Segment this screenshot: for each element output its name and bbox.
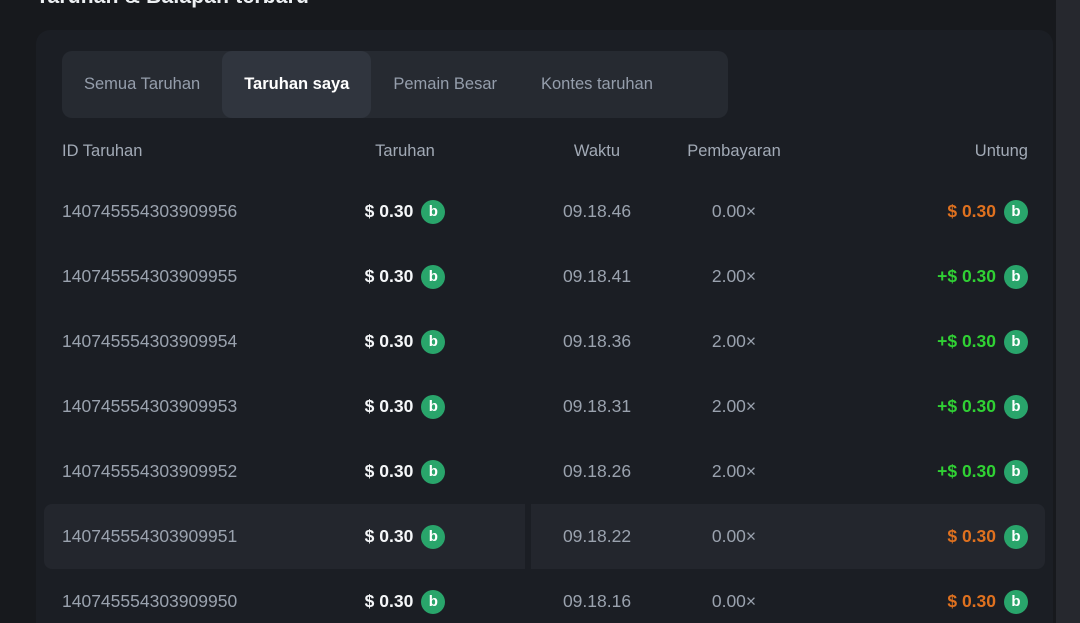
bet-amount: $ 0.30: [365, 396, 414, 417]
bet-id: 140745554303909955: [44, 266, 320, 287]
bet-payout: 2.00×: [704, 266, 764, 287]
bet-payout: 0.00×: [704, 526, 764, 547]
bet-amount-cell: $ 0.30 b: [320, 265, 490, 289]
bet-time: 09.18.31: [490, 396, 704, 417]
bcd-coin-icon: b: [1004, 395, 1028, 419]
bcd-coin-icon: b: [421, 265, 445, 289]
bcd-coin-icon: b: [421, 460, 445, 484]
bet-amount-cell: $ 0.30 b: [320, 330, 490, 354]
bcd-coin-icon: b: [1004, 460, 1028, 484]
bet-time: 09.18.46: [490, 201, 704, 222]
bet-profit: $ 0.30: [947, 526, 996, 547]
table-row[interactable]: 140745554303909952 $ 0.30 b 09.18.26 2.0…: [44, 439, 1045, 504]
bcd-coin-icon: b: [1004, 265, 1028, 289]
bcd-coin-icon: b: [1004, 525, 1028, 549]
bet-amount-cell: $ 0.30 b: [320, 525, 490, 549]
tab-taruhan-saya[interactable]: Taruhan saya: [222, 51, 371, 118]
table-row[interactable]: 140745554303909956 $ 0.30 b 09.18.46 0.0…: [44, 179, 1045, 244]
tab-pemain-besar[interactable]: Pemain Besar: [371, 51, 519, 118]
bet-amount: $ 0.30: [365, 526, 414, 547]
bet-profit: $ 0.30: [947, 591, 996, 612]
bet-profit: +$ 0.30: [937, 266, 996, 287]
bets-tabbar: Semua TaruhanTaruhan sayaPemain BesarKon…: [62, 51, 728, 118]
bet-id: 140745554303909956: [44, 201, 320, 222]
tab-kontes-taruhan[interactable]: Kontes taruhan: [519, 51, 675, 118]
bet-profit-cell: $ 0.30 b: [764, 590, 1045, 614]
bet-amount: $ 0.30: [365, 591, 414, 612]
bet-id: 140745554303909954: [44, 331, 320, 352]
column-header: Taruhan: [320, 142, 490, 161]
bet-payout: 2.00×: [704, 461, 764, 482]
bet-id: 140745554303909951: [44, 526, 320, 547]
bet-amount: $ 0.30: [365, 266, 414, 287]
bcd-coin-icon: b: [1004, 590, 1028, 614]
bet-time: 09.18.26: [490, 461, 704, 482]
page-title: Taruhan & Balapan terbaru: [36, 0, 309, 9]
table-header-row: ID TaruhanTaruhanWaktuPembayaranUntung: [44, 124, 1045, 179]
bets-panel: Semua TaruhanTaruhan sayaPemain BesarKon…: [36, 30, 1053, 623]
bcd-coin-icon: b: [421, 330, 445, 354]
bet-amount-cell: $ 0.30 b: [320, 395, 490, 419]
bets-table: ID TaruhanTaruhanWaktuPembayaranUntung 1…: [36, 118, 1053, 623]
bet-amount: $ 0.30: [365, 331, 414, 352]
bets-card: Taruhan & Balapan terbaru Semua TaruhanT…: [0, 0, 1056, 623]
bet-time: 09.18.36: [490, 331, 704, 352]
column-header: Pembayaran: [704, 142, 764, 161]
bet-amount-cell: $ 0.30 b: [320, 200, 490, 224]
bet-amount: $ 0.30: [365, 201, 414, 222]
bcd-coin-icon: b: [421, 525, 445, 549]
table-body: 140745554303909956 $ 0.30 b 09.18.46 0.0…: [44, 179, 1045, 623]
bet-profit-cell: +$ 0.30 b: [764, 330, 1045, 354]
bet-time: 09.18.41: [490, 266, 704, 287]
bcd-coin-icon: b: [1004, 330, 1028, 354]
bet-profit-cell: +$ 0.30 b: [764, 395, 1045, 419]
bet-profit-cell: +$ 0.30 b: [764, 460, 1045, 484]
bet-id: 140745554303909953: [44, 396, 320, 417]
bet-profit: $ 0.30: [947, 201, 996, 222]
table-row[interactable]: 140745554303909954 $ 0.30 b 09.18.36 2.0…: [44, 309, 1045, 374]
column-header: ID Taruhan: [44, 142, 320, 161]
bet-profit-cell: $ 0.30 b: [764, 525, 1045, 549]
tab-semua-taruhan[interactable]: Semua Taruhan: [62, 51, 222, 118]
bet-amount-cell: $ 0.30 b: [320, 590, 490, 614]
bet-payout: 0.00×: [704, 201, 764, 222]
bcd-coin-icon: b: [421, 590, 445, 614]
bet-amount: $ 0.30: [365, 461, 414, 482]
bet-time: 09.18.16: [490, 591, 704, 612]
bet-payout: 2.00×: [704, 331, 764, 352]
table-row[interactable]: 140745554303909951 $ 0.30 b 09.18.22 0.0…: [44, 504, 1045, 569]
bet-profit-cell: +$ 0.30 b: [764, 265, 1045, 289]
bet-profit-cell: $ 0.30 b: [764, 200, 1045, 224]
bcd-coin-icon: b: [421, 200, 445, 224]
column-header: Untung: [764, 142, 1045, 161]
bet-payout: 2.00×: [704, 396, 764, 417]
bcd-coin-icon: b: [1004, 200, 1028, 224]
column-header: Waktu: [490, 142, 704, 161]
table-row[interactable]: 140745554303909955 $ 0.30 b 09.18.41 2.0…: [44, 244, 1045, 309]
bet-time: 09.18.22: [490, 526, 704, 547]
bet-id: 140745554303909950: [44, 591, 320, 612]
bet-amount-cell: $ 0.30 b: [320, 460, 490, 484]
bet-payout: 0.00×: [704, 591, 764, 612]
bet-profit: +$ 0.30: [937, 331, 996, 352]
bet-profit: +$ 0.30: [937, 396, 996, 417]
table-row[interactable]: 140745554303909953 $ 0.30 b 09.18.31 2.0…: [44, 374, 1045, 439]
table-row[interactable]: 140745554303909950 $ 0.30 b 09.18.16 0.0…: [44, 569, 1045, 623]
bet-profit: +$ 0.30: [937, 461, 996, 482]
bet-id: 140745554303909952: [44, 461, 320, 482]
bcd-coin-icon: b: [421, 395, 445, 419]
